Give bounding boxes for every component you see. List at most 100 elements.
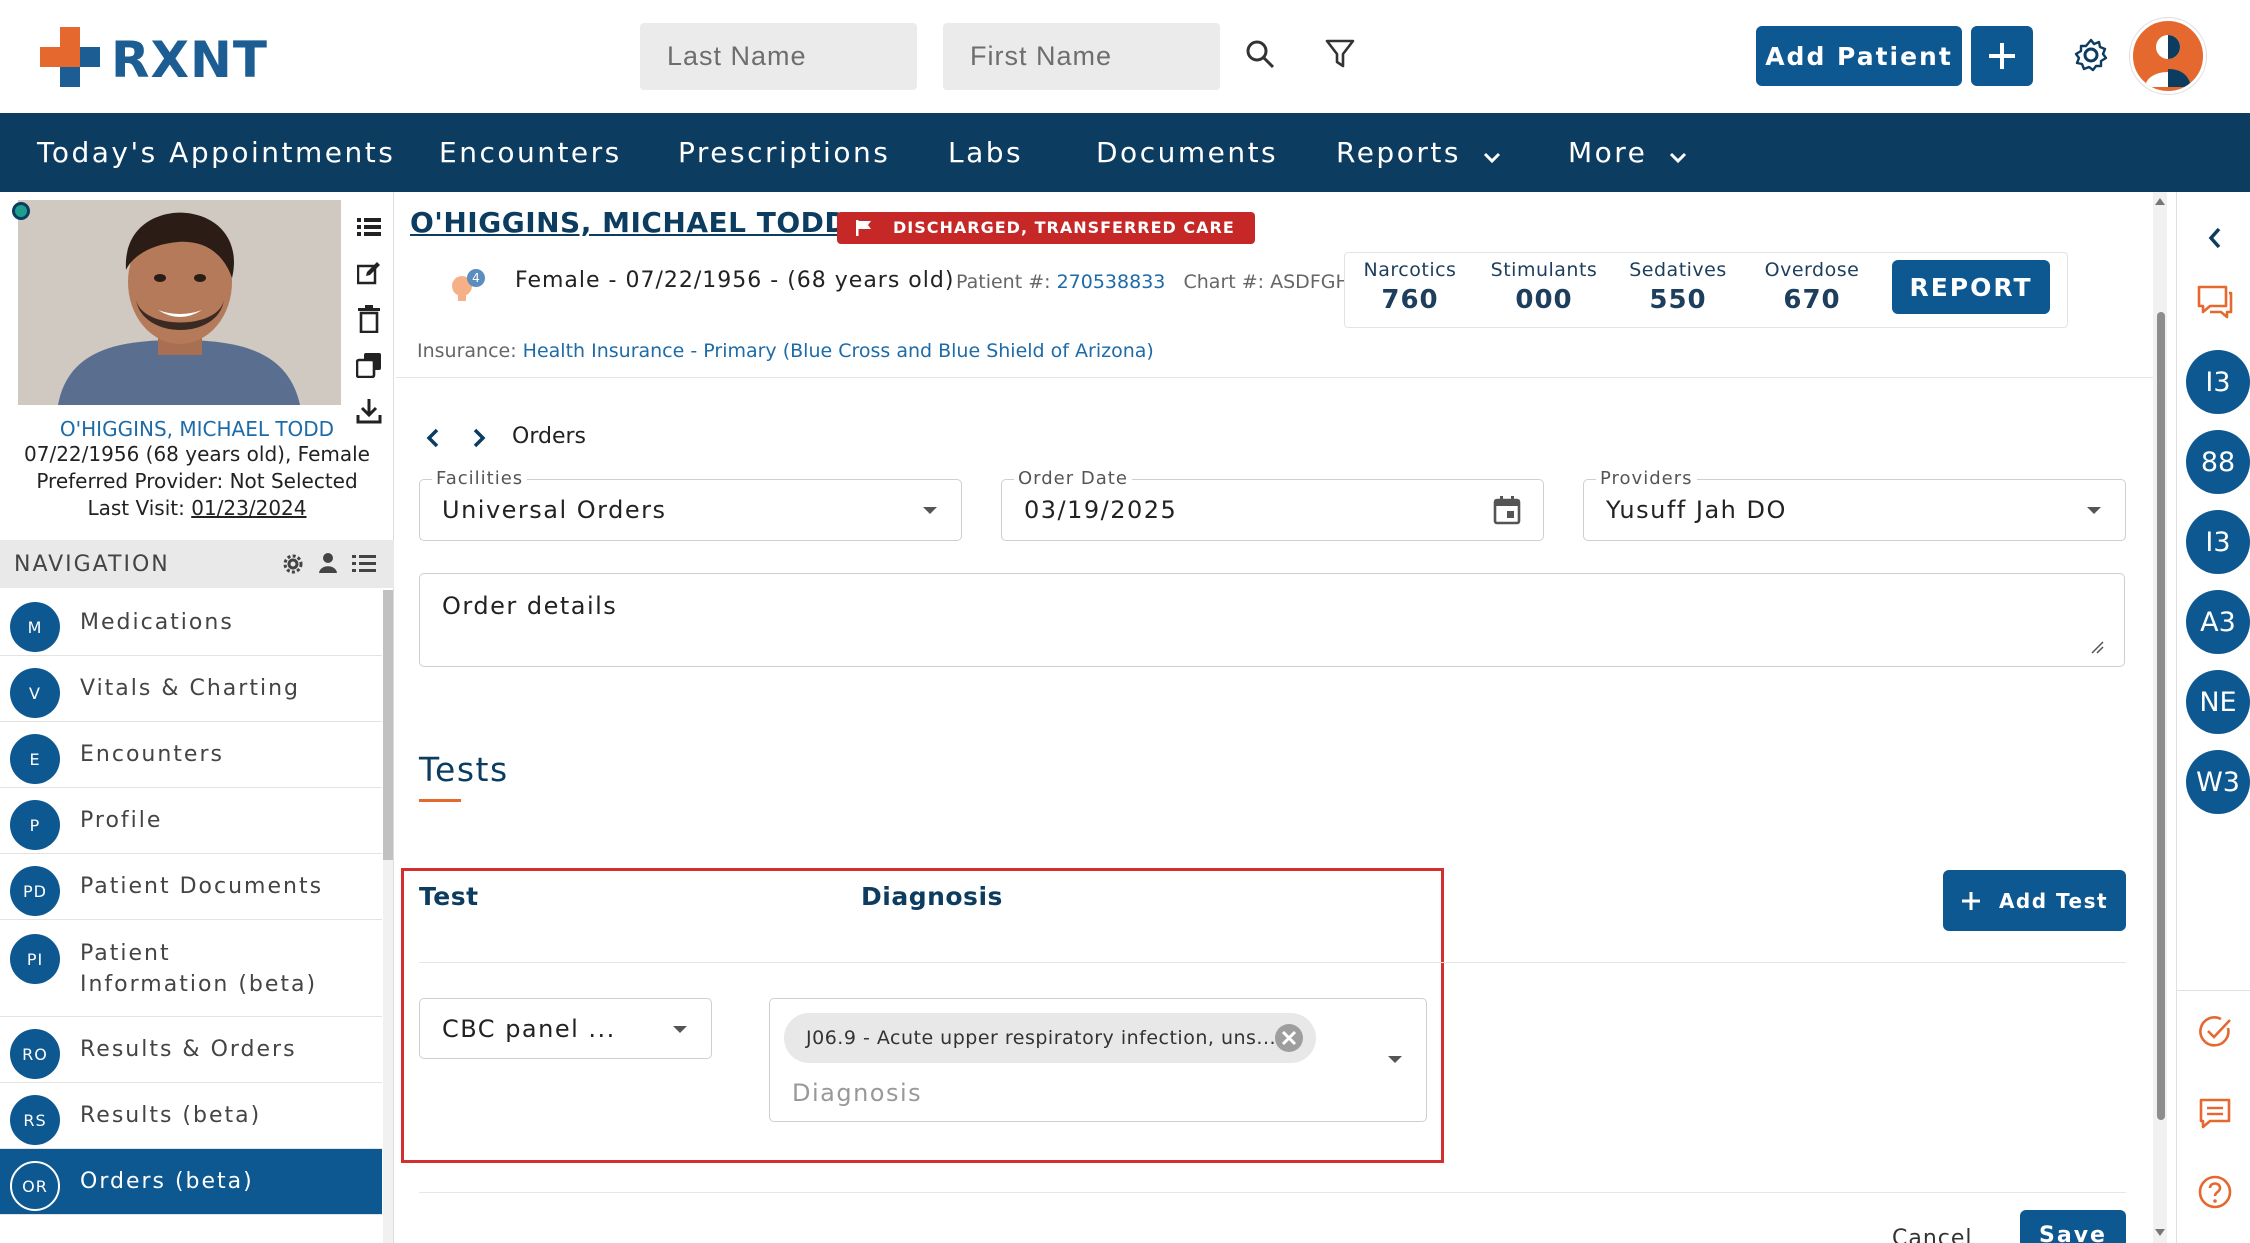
last-visit-line: Last Visit: 01/23/2024 [0, 496, 394, 520]
sidebar-item-results-beta[interactable]: RS Results (beta) [0, 1083, 382, 1149]
patient-number: Patient #: 270538833 Chart #: ASDFGH [956, 271, 1350, 293]
nav-encounters[interactable]: Encounters [439, 113, 622, 192]
providers-select[interactable]: Providers Yusuff Jah DO [1583, 468, 2126, 541]
sidebar-item-encounters[interactable]: E Encounters [0, 722, 382, 788]
cancel-button[interactable]: Cancel [1892, 1226, 1973, 1243]
preferred-provider-line: Preferred Provider: Not Selected [36, 469, 358, 493]
patient-dob-line: 07/22/1956 (68 years old), Female [24, 442, 370, 466]
nav-reports-label: Reports [1336, 136, 1461, 169]
rail-user-badge[interactable]: I3 [2186, 510, 2250, 574]
calendar-icon[interactable] [1493, 495, 1521, 525]
chevron-right-icon[interactable] [472, 428, 486, 448]
facilities-value: Universal Orders [442, 496, 667, 524]
diagnosis-column-header: Diagnosis [861, 882, 1003, 911]
rail-user-badge[interactable]: 88 [2186, 430, 2250, 494]
chevron-down-icon [1483, 115, 1501, 194]
right-rail: I3 88 I3 A3 NE W3 [2176, 192, 2250, 1243]
rail-user-badge[interactable]: I3 [2186, 350, 2250, 414]
alert-bulb-icon[interactable]: 4 [446, 264, 490, 308]
sidebar-item-label: Results (beta) [80, 1103, 262, 1128]
sidebar-item-patient-information[interactable]: PI Patient Information (beta) [0, 920, 382, 1017]
help-icon[interactable] [2195, 1172, 2235, 1212]
sidebar-item-medications[interactable]: M Medications [0, 590, 382, 656]
test-select[interactable]: CBC panel ... [419, 998, 712, 1059]
sidebar-item-patient-documents[interactable]: PD Patient Documents [0, 854, 382, 920]
person-icon[interactable] [318, 552, 338, 574]
resize-handle-icon[interactable] [2090, 640, 2104, 654]
message-icon[interactable] [2195, 1094, 2235, 1134]
scroll-down-arrow-icon[interactable] [2154, 1228, 2166, 1238]
collapse-chevron-icon[interactable] [2195, 218, 2235, 258]
insurance-value[interactable]: Health Insurance - Primary (Blue Cross a… [523, 340, 1154, 362]
quick-add-button[interactable] [1971, 26, 2033, 86]
caret-down-icon [2087, 507, 2101, 514]
tests-heading: Tests [419, 750, 509, 789]
trash-icon[interactable] [352, 296, 386, 342]
logo-cross-icon [40, 27, 100, 87]
main-scroll-thumb[interactable] [2157, 312, 2165, 1120]
logo-text: RXNT [111, 31, 269, 89]
count-value: 760 [1381, 285, 1439, 315]
task-check-icon[interactable] [2195, 1012, 2235, 1052]
facilities-select[interactable]: Facilities Universal Orders [419, 468, 962, 541]
nav-reports[interactable]: Reports [1336, 113, 1501, 192]
nav-more[interactable]: More [1568, 113, 1687, 192]
nav-prescriptions[interactable]: Prescriptions [678, 113, 890, 192]
nav-todays-appointments[interactable]: Today's Appointments [37, 113, 395, 192]
sidebar-scroll-thumb[interactable] [383, 590, 393, 860]
save-button[interactable]: Save [2020, 1210, 2126, 1243]
chevron-left-icon[interactable] [426, 428, 440, 448]
nav-labs[interactable]: Labs [948, 113, 1023, 192]
list-icon[interactable] [352, 204, 386, 250]
order-date-label: Order Date [1014, 468, 1132, 489]
copy-icon[interactable] [352, 342, 386, 388]
providers-label: Providers [1596, 468, 1697, 489]
diagnosis-multiselect[interactable]: J06.9 - Acute upper respiratory infectio… [769, 998, 1427, 1122]
filter-icon[interactable] [1320, 34, 1360, 74]
nav-more-label: More [1568, 136, 1648, 169]
patient-number-value[interactable]: 270538833 [1057, 271, 1166, 293]
scroll-up-arrow-icon[interactable] [2154, 196, 2166, 206]
user-avatar[interactable] [2130, 18, 2206, 94]
rail-user-badge[interactable]: W3 [2186, 750, 2250, 814]
chat-bubbles-icon[interactable] [2195, 282, 2235, 322]
top-header: RXNT Add Patient [0, 0, 2250, 113]
first-name-input[interactable] [943, 23, 1220, 90]
order-details-textarea[interactable]: Order details [419, 573, 2125, 667]
order-date-field[interactable]: Order Date 03/19/2025 [1001, 468, 1544, 541]
rail-user-badge[interactable]: A3 [2186, 590, 2250, 654]
list-icon[interactable] [352, 554, 376, 574]
sidebar-item-vitals[interactable]: V Vitals & Charting [0, 656, 382, 722]
add-test-button[interactable]: Add Test [1943, 870, 2126, 931]
insurance-label: Insurance: [417, 340, 517, 362]
alert-count: 4 [472, 271, 480, 285]
edit-icon[interactable] [352, 250, 386, 296]
status-badge-text: DISCHARGED, TRANSFERRED CARE [893, 218, 1235, 237]
diagnosis-placeholder: Diagnosis [792, 1079, 923, 1107]
sidebar-item-results-orders[interactable]: RO Results & Orders [0, 1017, 382, 1083]
report-button[interactable]: REPORT [1892, 260, 2050, 314]
add-patient-button[interactable]: Add Patient [1756, 26, 1962, 86]
count-label: Overdose [1764, 259, 1860, 281]
rail-user-badge[interactable]: NE [2186, 670, 2250, 734]
sidebar-item-profile[interactable]: P Profile [0, 788, 382, 854]
sidebar-item-label: Medications [80, 610, 234, 635]
nav-documents[interactable]: Documents [1096, 113, 1278, 192]
remove-chip-icon[interactable] [1274, 1023, 1304, 1053]
last-visit-date[interactable]: 01/23/2024 [191, 496, 306, 520]
search-icon[interactable] [1240, 34, 1280, 74]
providers-value: Yusuff Jah DO [1606, 496, 1787, 524]
patient-name-link[interactable]: O'HIGGINS, MICHAEL TODD [0, 417, 394, 441]
last-name-input[interactable] [640, 23, 917, 90]
nav-badge: M [10, 602, 60, 652]
rxnt-logo[interactable]: RXNT [40, 27, 280, 89]
caret-down-icon[interactable] [1386, 1049, 1404, 1069]
patient-title-link[interactable]: O'HIGGINS, MICHAEL TODD [410, 206, 848, 239]
patient-side-panel: O'HIGGINS, MICHAEL TODD 07/22/1956 (68 y… [0, 192, 394, 1243]
gear-icon[interactable] [2070, 34, 2112, 76]
diagnosis-chip[interactable]: J06.9 - Acute upper respiratory infectio… [784, 1013, 1316, 1063]
sidebar-item-orders-beta[interactable]: OR Orders (beta) [0, 1149, 382, 1215]
settings-icon[interactable] [283, 554, 303, 574]
diagnosis-chip-text: J06.9 - Acute upper respiratory infectio… [806, 1027, 1277, 1049]
plus-icon [1989, 43, 2015, 69]
